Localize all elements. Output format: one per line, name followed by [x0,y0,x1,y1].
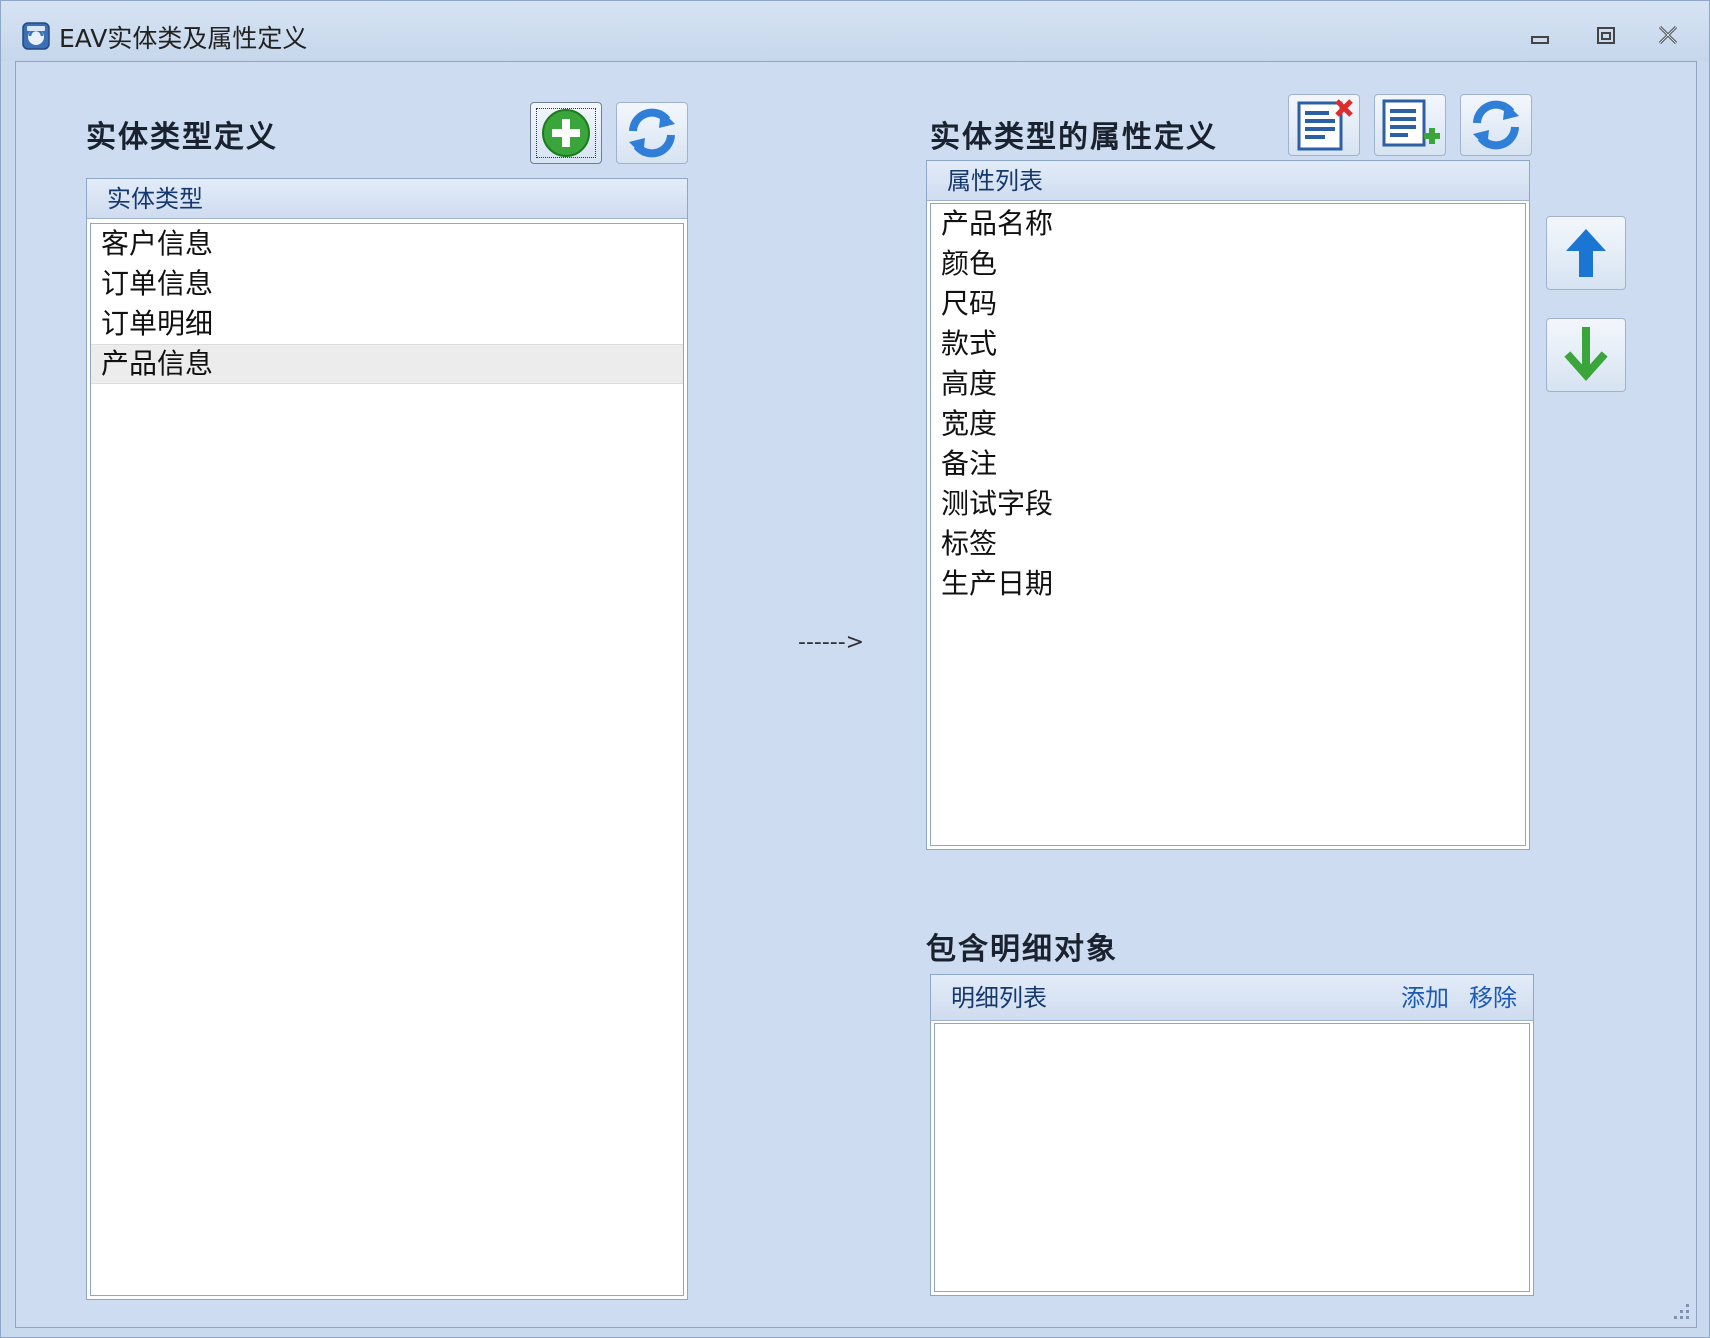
remove-detail-link[interactable]: 移除 [1469,975,1517,1021]
main-window: EAV实体类及属性定义 实体类型定义 实体类型 客户信息 订单信息 订单明细 产… [0,0,1710,1338]
client-area: 实体类型定义 实体类型 客户信息订单信息订单明细产品信息 ------> [15,61,1697,1328]
attribute-item[interactable]: 尺码 [931,284,1525,324]
attribute-item[interactable]: 产品名称 [931,204,1525,244]
move-up-button[interactable] [1546,216,1626,290]
refresh-attribute-button[interactable] [1460,94,1532,156]
refresh-icon [629,108,675,158]
attribute-item[interactable]: 宽度 [931,404,1525,444]
minimize-button[interactable] [1525,23,1555,49]
entity-type-heading: 实体类型定义 [86,120,278,155]
attribute-list[interactable]: 产品名称 颜色 尺码 款式 高度 宽度 备注 测试字段 标签 生产日期 [930,203,1526,846]
attribute-item[interactable]: 款式 [931,324,1525,364]
app-icon [22,22,50,50]
detail-list-title: 明细列表 [951,984,1047,1012]
flow-arrow: ------> [798,630,865,655]
document-delete-icon [1297,99,1353,151]
attribute-item[interactable]: 生产日期 [931,564,1525,604]
attribute-panel: 属性列表 产品名称 颜色 尺码 款式 高度 宽度 备注 测试字段 标签 生产日期 [926,160,1530,850]
refresh-entity-button[interactable] [616,102,688,164]
add-entity-button[interactable] [530,102,602,164]
document-add-icon [1382,99,1440,147]
attribute-item[interactable]: 测试字段 [931,484,1525,524]
resize-grip-icon[interactable] [1668,1298,1692,1322]
window-title: EAV实体类及属性定义 [59,24,308,53]
add-circle-icon [542,109,590,157]
entity-type-list[interactable]: 客户信息 订单信息 订单明细 产品信息 [90,223,684,1296]
add-attribute-button[interactable] [1374,94,1446,156]
detail-panel: 明细列表 添加 移除 [930,974,1534,1296]
maximize-button[interactable] [1591,23,1621,49]
minimize-icon [1531,36,1549,44]
add-detail-link[interactable]: 添加 [1401,975,1449,1021]
entity-type-item[interactable]: 订单明细 [91,304,683,344]
entity-type-item[interactable]: 客户信息 [91,224,683,264]
close-icon [1658,25,1678,45]
delete-attribute-button[interactable] [1288,94,1360,156]
close-button[interactable] [1653,23,1683,49]
arrow-up-icon [1566,229,1606,277]
detail-list-header: 明细列表 添加 移除 [931,975,1533,1021]
attribute-item[interactable]: 颜色 [931,244,1525,284]
entity-type-panel: 实体类型 客户信息 订单信息 订单明细 产品信息 [86,178,688,1300]
refresh-icon [1473,100,1519,150]
move-down-button[interactable] [1546,318,1626,392]
detail-heading: 包含明细对象 [926,932,1118,967]
maximize-icon [1597,27,1615,44]
attribute-item[interactable]: 标签 [931,524,1525,564]
entity-type-item[interactable]: 订单信息 [91,264,683,304]
attribute-item[interactable]: 高度 [931,364,1525,404]
attribute-item[interactable]: 备注 [931,444,1525,484]
title-bar[interactable]: EAV实体类及属性定义 [1,1,1709,61]
detail-list[interactable] [934,1023,1530,1292]
attribute-list-header: 属性列表 [927,161,1529,201]
entity-type-list-header: 实体类型 [87,179,687,219]
attribute-heading: 实体类型的属性定义 [930,120,1218,155]
arrow-down-icon [1564,327,1608,382]
entity-type-item[interactable]: 产品信息 [91,344,683,384]
